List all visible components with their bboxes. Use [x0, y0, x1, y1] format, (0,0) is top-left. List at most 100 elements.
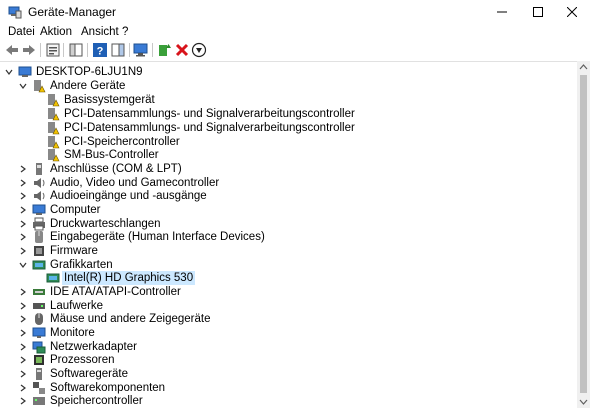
- warning-device-icon: [48, 108, 60, 121]
- scroll-down-icon[interactable]: [577, 395, 590, 408]
- chevron-right-icon[interactable]: [18, 285, 28, 299]
- warning-device-icon: [48, 122, 60, 135]
- tree-device-item[interactable]: PCI-Speichercontroller: [46, 135, 182, 149]
- warning-device-icon: [48, 149, 60, 162]
- chevron-right-icon[interactable]: [18, 367, 28, 381]
- tree-category-label: Softwaregeräte: [50, 368, 128, 380]
- tree-category-label: Audio, Video und Gamecontroller: [50, 177, 220, 189]
- tree-category-audio-video[interactable]: Audio, Video und Gamecontroller: [18, 176, 221, 190]
- tree-device-item[interactable]: PCI-Datensammlungs- und Signalverarbeitu…: [46, 121, 357, 135]
- back-arrow-icon[interactable]: [4, 42, 20, 58]
- chevron-right-icon[interactable]: [18, 217, 28, 231]
- tree-category-firmware[interactable]: Firmware: [18, 244, 100, 258]
- chevron-right-icon[interactable]: [18, 353, 28, 367]
- tree-category-label: Laufwerke: [50, 300, 104, 312]
- chevron-right-icon[interactable]: [18, 312, 28, 326]
- show-hide-console-tree-icon[interactable]: [68, 42, 84, 58]
- chevron-right-icon[interactable]: [18, 340, 28, 354]
- chevron-right-icon[interactable]: [18, 326, 28, 340]
- speaker-icon: [34, 191, 45, 201]
- tree-category-laufwerke[interactable]: Laufwerke: [18, 299, 105, 313]
- maximize-button[interactable]: [520, 0, 556, 24]
- scan-hardware-changes-icon[interactable]: [133, 42, 149, 58]
- tree-category-label: Computer: [50, 204, 101, 216]
- properties-icon[interactable]: [45, 42, 61, 58]
- tree-category-netzwerkadapter[interactable]: Netzwerkadapter: [18, 340, 139, 354]
- tree-device-label: SM-Bus-Controller: [64, 149, 159, 161]
- tree-category-prozessoren[interactable]: Prozessoren: [18, 353, 117, 367]
- chevron-right-icon[interactable]: [18, 394, 28, 408]
- tree-category-label: Speichercontroller: [50, 395, 143, 407]
- device-tree[interactable]: DESKTOP-6LJU1N9 Andere Geräte Basissyste…: [0, 61, 577, 408]
- close-icon: [567, 7, 577, 17]
- tree-category-andere-geraete[interactable]: Andere Geräte: [18, 79, 127, 93]
- tree-category-label: Firmware: [50, 245, 98, 257]
- chevron-right-icon[interactable]: [18, 162, 28, 176]
- processor-icon: [34, 355, 44, 365]
- minimize-icon: [497, 11, 507, 13]
- tree-category-computer[interactable]: Computer: [18, 203, 103, 217]
- tree-category-softwarekomponenten[interactable]: Softwarekomponenten: [18, 381, 167, 395]
- chevron-right-icon[interactable]: [18, 244, 28, 258]
- tree-device-item[interactable]: Basissystemgerät: [46, 93, 157, 107]
- tree-device-item[interactable]: PCI-Datensammlungs- und Signalverarbeitu…: [46, 107, 357, 121]
- tree-category-grafikkarten[interactable]: Grafikkarten: [18, 258, 115, 272]
- chevron-right-icon[interactable]: [18, 299, 28, 313]
- tree-root[interactable]: DESKTOP-6LJU1N9: [4, 65, 145, 79]
- menu-datei[interactable]: Datei: [8, 26, 35, 38]
- chevron-right-icon[interactable]: [18, 203, 28, 217]
- port-icon: [36, 163, 42, 175]
- warning-device-icon: [48, 94, 60, 107]
- scrollbar-thumb[interactable]: [580, 75, 587, 393]
- menu-help[interactable]: ?: [122, 26, 128, 38]
- tree-category-maeuse[interactable]: Mäuse und andere Zeigegeräte: [18, 312, 212, 326]
- tree-category-druckwarteschlangen[interactable]: Druckwarteschlangen: [18, 217, 163, 231]
- minimize-button[interactable]: [484, 0, 520, 24]
- hid-icon: [35, 231, 43, 243]
- tree-category-eingabegeraete[interactable]: Eingabegeräte (Human Interface Devices): [18, 230, 267, 244]
- chevron-down-icon[interactable]: [4, 65, 14, 79]
- close-button[interactable]: [554, 0, 590, 24]
- disable-device-icon[interactable]: [191, 42, 207, 58]
- help-icon[interactable]: ?: [92, 42, 108, 58]
- display-adapter-icon: [46, 273, 60, 283]
- tree-category-audioeingaenge[interactable]: Audioeingänge und -ausgänge: [18, 189, 209, 203]
- network-adapter-icon: [32, 341, 46, 354]
- toolbar: ?: [0, 40, 590, 60]
- chevron-down-icon[interactable]: [18, 258, 28, 272]
- tree-category-speichercontroller[interactable]: Speichercontroller: [18, 394, 145, 408]
- chevron-right-icon[interactable]: [18, 176, 28, 190]
- action-pane-icon[interactable]: [110, 42, 126, 58]
- chevron-right-icon[interactable]: [18, 381, 28, 395]
- tree-category-label: Andere Geräte: [50, 80, 126, 92]
- update-driver-icon[interactable]: [157, 42, 173, 58]
- display-adapter-icon: [32, 260, 46, 270]
- storage-controller-icon: [33, 397, 45, 405]
- forward-arrow-icon[interactable]: [21, 42, 37, 58]
- tree-device-item[interactable]: SM-Bus-Controller: [46, 148, 161, 162]
- chevron-right-icon[interactable]: [18, 230, 28, 244]
- tree-category-label: Anschlüsse (COM & LPT): [50, 163, 182, 175]
- tree-category-ide[interactable]: IDE ATA/ATAPI-Controller: [18, 285, 183, 299]
- tree-device-label: PCI-Datensammlungs- und Signalverarbeitu…: [64, 122, 355, 134]
- tree-device-item-selected[interactable]: Intel(R) HD Graphics 530: [46, 271, 196, 285]
- title-bar[interactable]: Geräte-Manager: [0, 0, 590, 24]
- tree-category-softwaregeraete[interactable]: Softwaregeräte: [18, 367, 130, 381]
- tree-category-label: Monitore: [50, 327, 95, 339]
- computer-icon: [18, 66, 32, 77]
- menu-aktion[interactable]: Aktion: [40, 26, 72, 38]
- menu-ansicht[interactable]: Ansicht: [81, 26, 119, 38]
- chevron-down-icon[interactable]: [18, 79, 28, 93]
- scroll-up-icon[interactable]: [577, 61, 590, 74]
- uninstall-device-icon[interactable]: [174, 42, 190, 58]
- svg-text:?: ?: [97, 46, 104, 58]
- monitor-icon: [32, 327, 46, 338]
- chevron-right-icon[interactable]: [18, 189, 28, 203]
- tree-category-monitore[interactable]: Monitore: [18, 326, 97, 340]
- tree-category-anschluesse[interactable]: Anschlüsse (COM & LPT): [18, 162, 184, 176]
- tree-root-label: DESKTOP-6LJU1N9: [36, 66, 143, 78]
- tree-category-label: Grafikkarten: [50, 259, 113, 271]
- vertical-scrollbar[interactable]: [577, 61, 590, 408]
- tree-device-label: Intel(R) HD Graphics 530: [62, 271, 196, 285]
- mouse-icon: [35, 313, 43, 325]
